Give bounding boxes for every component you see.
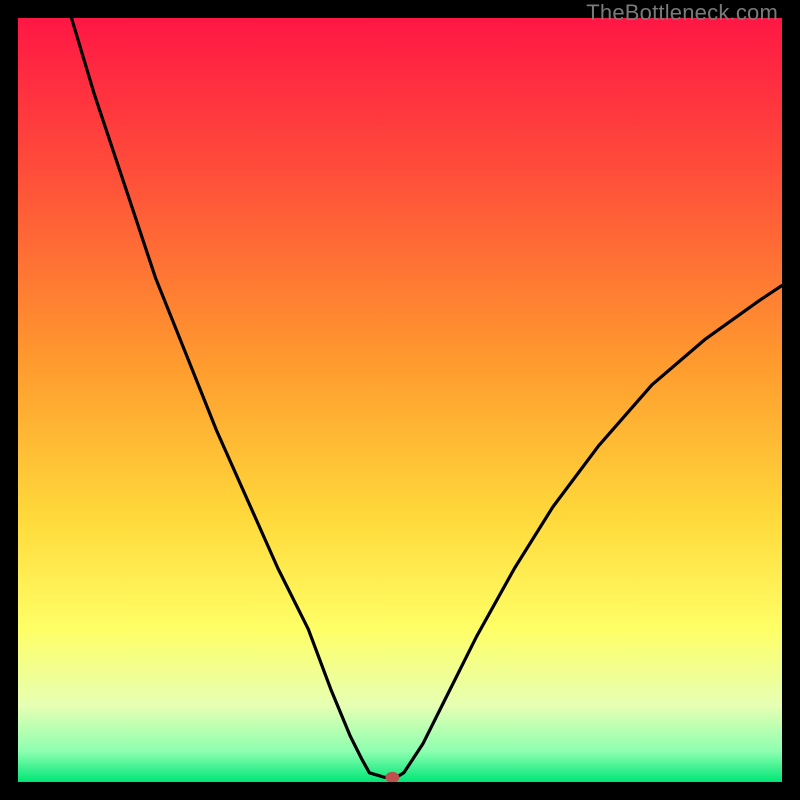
watermark-text: TheBottleneck.com xyxy=(586,0,778,26)
gradient-background xyxy=(18,18,782,782)
chart-container xyxy=(18,18,782,782)
bottleneck-curve-chart xyxy=(18,18,782,782)
